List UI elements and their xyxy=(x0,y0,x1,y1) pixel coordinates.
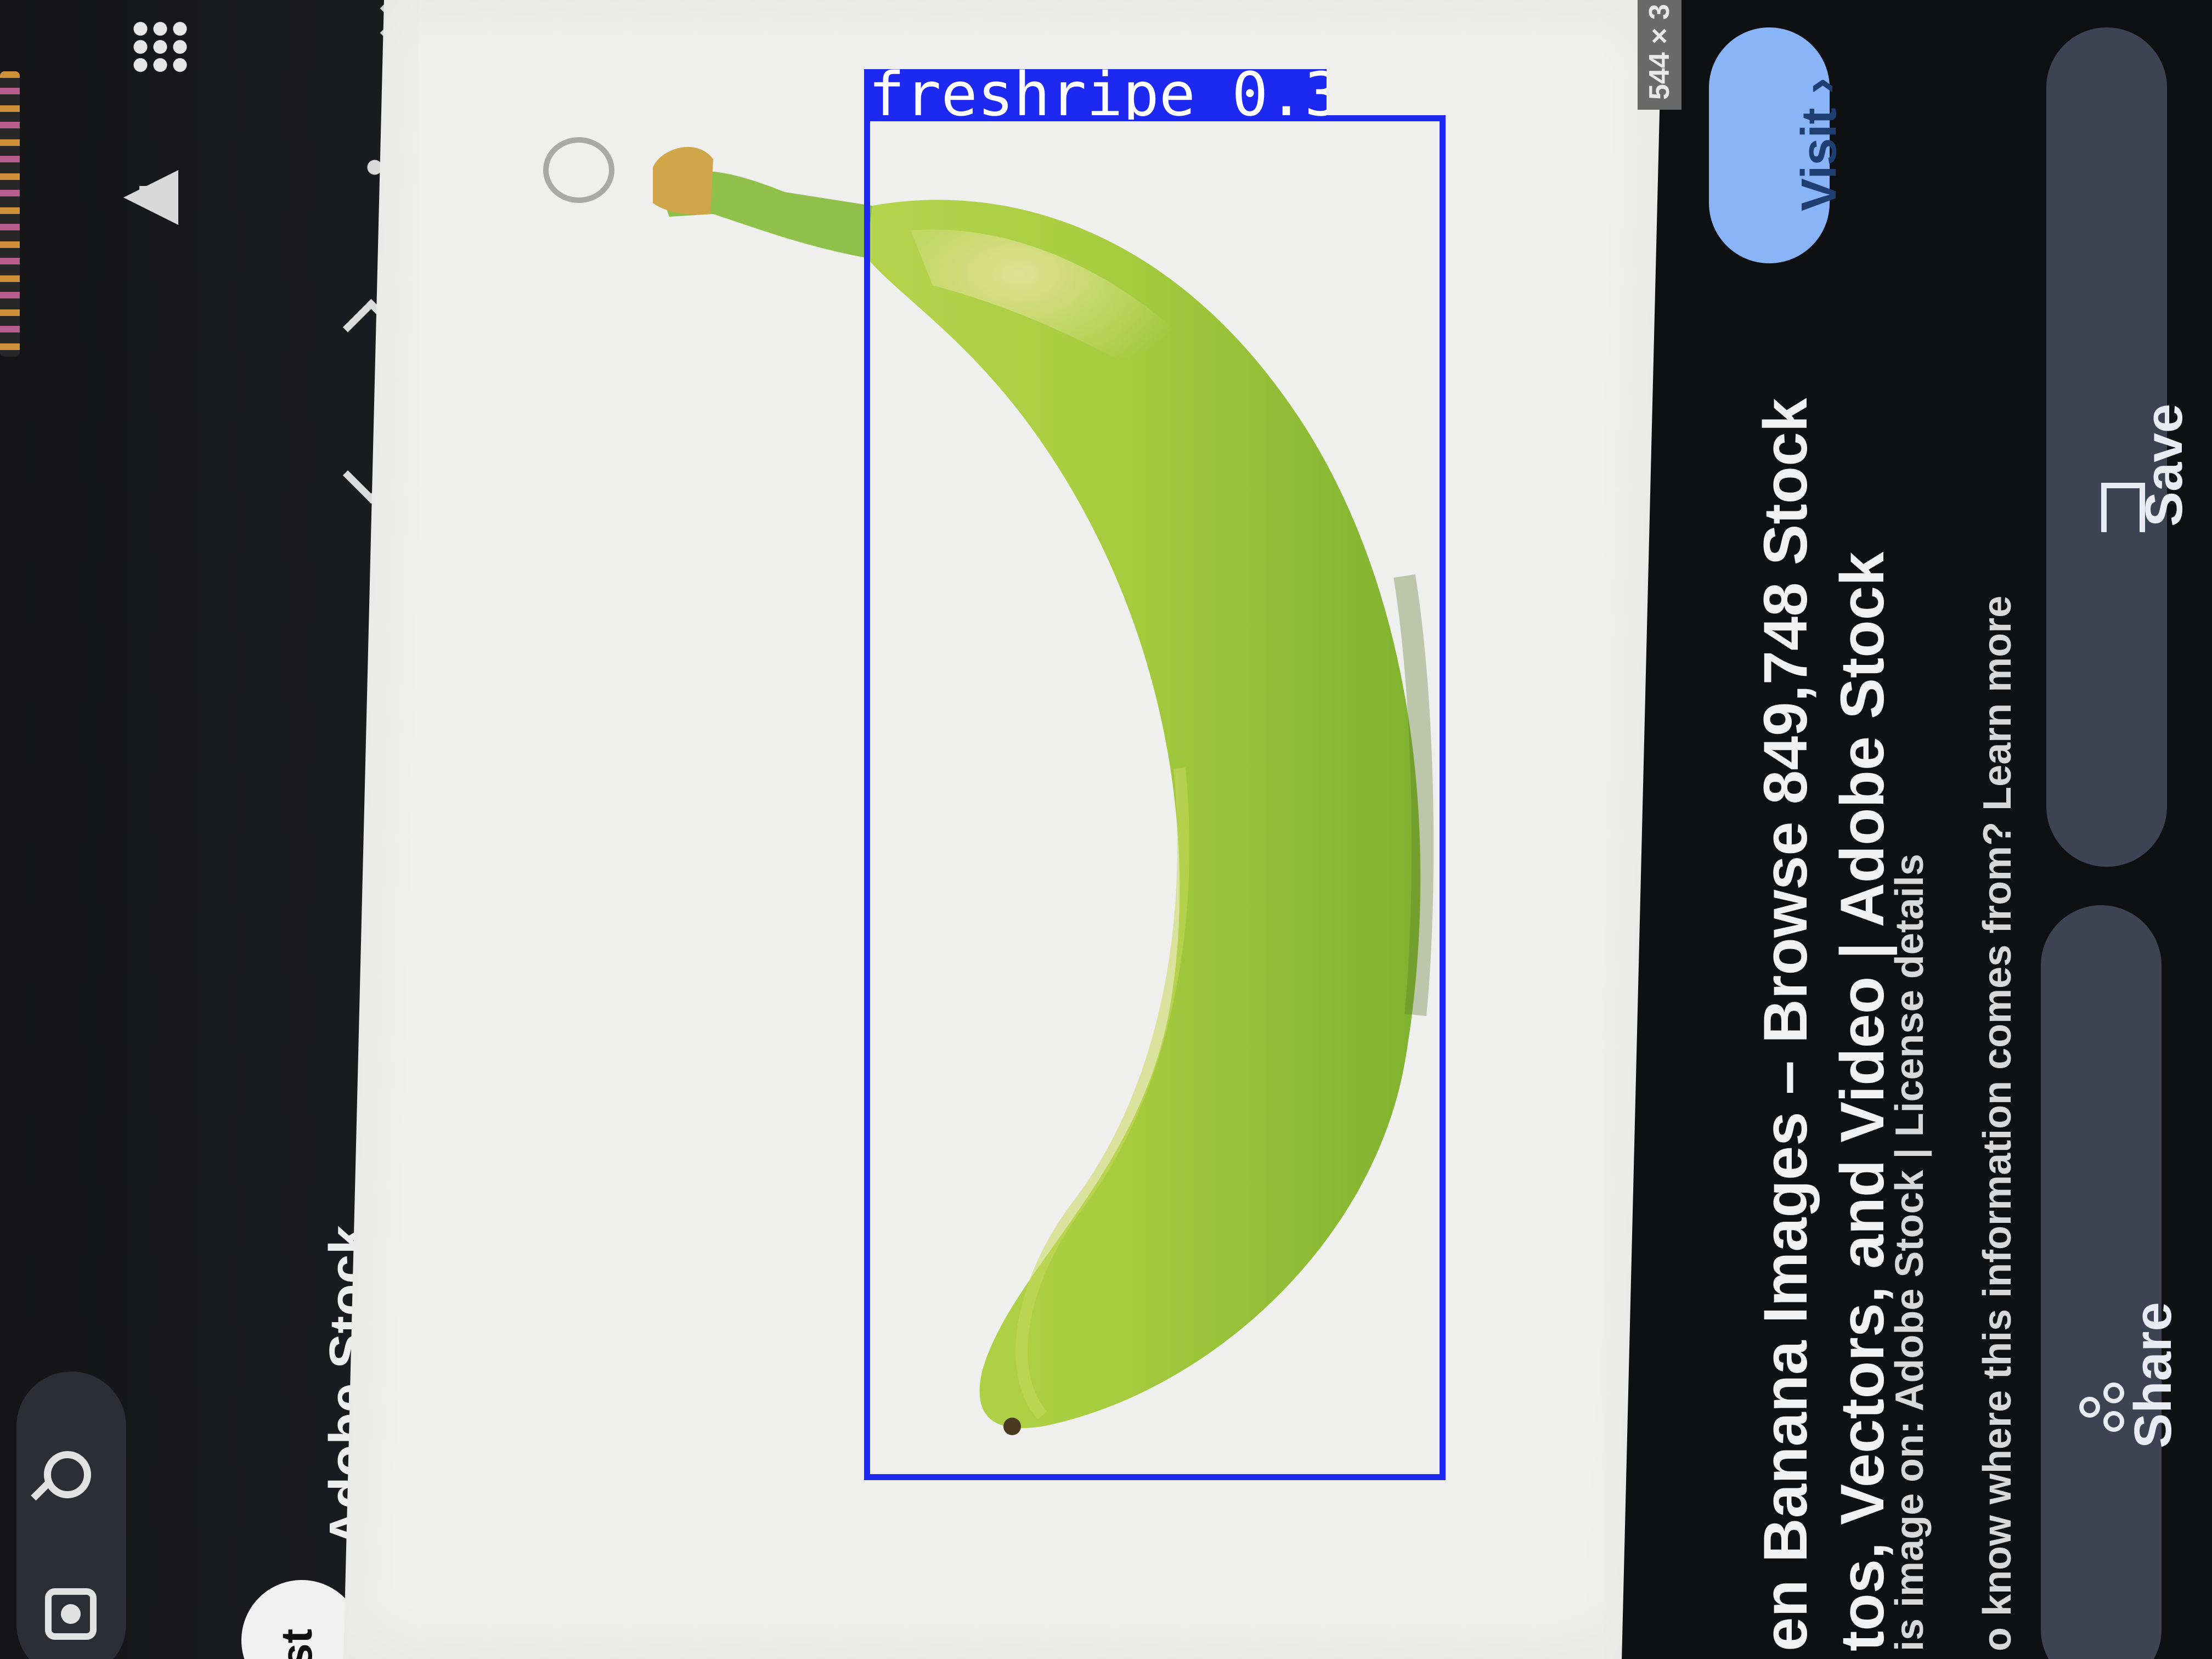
banana-stem-tip xyxy=(653,146,713,215)
result-info-line[interactable]: o know where this information comes from… xyxy=(1975,596,2020,1651)
result-title-line-1[interactable]: en Banana Images – Browse 849,748 Stock xyxy=(1750,398,1821,1651)
save-button-label: Save xyxy=(2135,403,2193,527)
result-source-line[interactable]: is image on: Adobe Stock | License detai… xyxy=(1887,854,1932,1651)
photo-of-screen: ✕ st Adobe Stock 544 × 3 xyxy=(0,0,2212,1659)
detection-label: freshripe 0.31 xyxy=(864,69,1327,120)
visit-button-label: Visit › xyxy=(1792,77,1847,211)
detection-box xyxy=(864,115,1446,1480)
share-icon xyxy=(2079,1383,2124,1432)
share-button-label: Share xyxy=(2124,1302,2182,1448)
share-button[interactable] xyxy=(2041,905,2162,1659)
